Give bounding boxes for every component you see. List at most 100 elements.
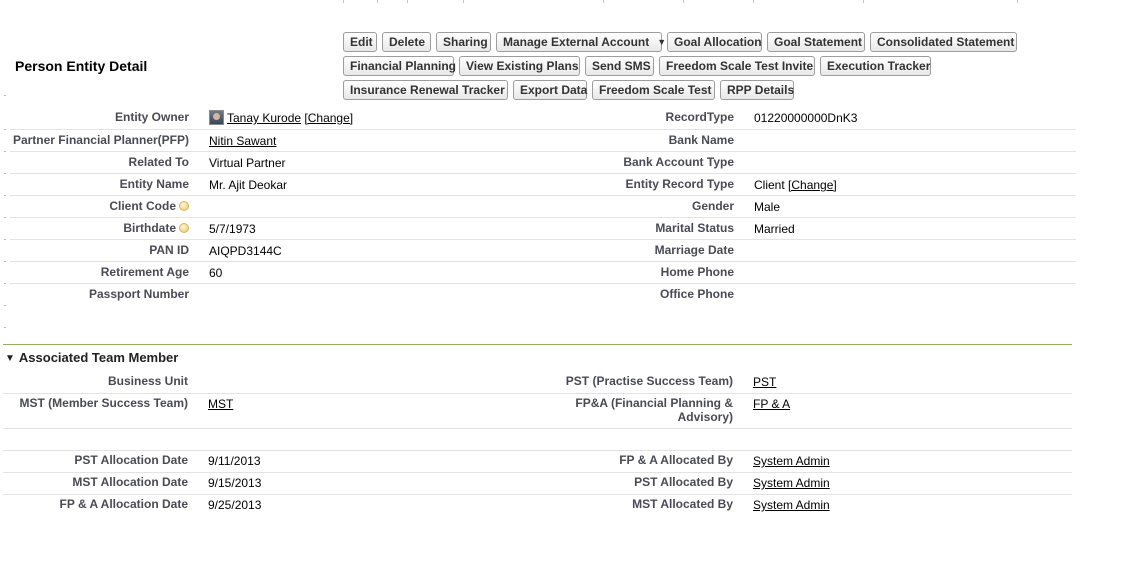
row-separator <box>3 472 1072 473</box>
fpa-value: FP & A <box>753 397 790 411</box>
team-section-title: Associated Team Member <box>18 350 179 365</box>
record-type-value: 01220000000DnK3 <box>754 111 858 125</box>
row-separator <box>10 261 1076 262</box>
pfp-link[interactable]: Nitin Sawant <box>209 134 276 148</box>
mst-allocated-by-link[interactable]: System Admin <box>753 498 830 512</box>
marital-status-label: Marital Status <box>655 221 734 235</box>
client-code-label-text: Client Code <box>109 199 176 213</box>
entity-owner-link[interactable]: Tanay Kurode <box>227 111 301 125</box>
mst-label: MST (Member Success Team) <box>19 396 189 410</box>
gender-label: Gender <box>691 199 734 213</box>
execution-tracker-button[interactable]: Execution Tracker <box>820 56 931 76</box>
retirement-age-value: 60 <box>209 266 223 280</box>
entity-record-type-value: Client [Change] <box>754 178 837 192</box>
fpa-allocated-by-label: FP & A Allocated By <box>619 453 733 467</box>
pan-id-label: PAN ID <box>149 243 189 257</box>
row-separator <box>10 173 1076 174</box>
page-title: Person Entity Detail <box>15 58 148 74</box>
mst-value: MST <box>208 397 233 411</box>
bank-name-label: Bank Name <box>668 133 734 147</box>
row-separator <box>3 428 1072 429</box>
related-to-value: Virtual Partner <box>209 156 286 170</box>
fpa-allocation-date-label: FP & A Allocation Date <box>59 497 188 511</box>
fpa-allocated-by-link[interactable]: System Admin <box>753 454 830 468</box>
collapse-triangle-icon[interactable]: ▼ <box>5 353 15 364</box>
row-separator <box>3 494 1072 495</box>
entity-record-type-text: Client <box>754 178 785 192</box>
birthdate-value: 5/7/1973 <box>209 222 256 236</box>
pst-allocation-date-value: 9/11/2013 <box>208 454 261 468</box>
row-separator <box>10 151 1076 152</box>
fpa-allocation-date-value: 9/25/2013 <box>208 498 262 512</box>
birthdate-label-text: Birthdate <box>123 221 176 235</box>
gender-value: Male <box>754 200 781 214</box>
pan-id-value: AIQPD3144C <box>209 244 282 258</box>
pfp-value: Nitin Sawant <box>209 134 276 148</box>
financial-planning-button[interactable]: Financial Planning <box>343 56 456 76</box>
user-avatar-icon <box>209 110 224 125</box>
entity-record-type-label: Entity Record Type <box>625 177 734 191</box>
row-separator <box>10 195 1076 196</box>
birthdate-label: Birthdate <box>123 221 189 235</box>
entity-owner-change-link[interactable]: [Change] <box>304 111 353 125</box>
office-phone-label: Office Phone <box>659 287 734 301</box>
consolidated-statement-button[interactable]: Consolidated Statement <box>870 32 1017 52</box>
pst-allocated-by-link[interactable]: System Admin <box>753 476 830 490</box>
pst-value: PST <box>753 375 776 389</box>
mst-allocation-date-label: MST Allocation Date <box>72 475 188 489</box>
retirement-age-label: Retirement Age <box>100 265 189 279</box>
goal-statement-button[interactable]: Goal Statement <box>767 32 865 52</box>
entity-owner-label: Entity Owner <box>114 110 189 124</box>
freedom-scale-test-button[interactable]: Freedom Scale Test <box>592 80 715 100</box>
mst-link[interactable]: MST <box>208 397 233 411</box>
row-separator <box>10 217 1076 218</box>
pst-label: PST (Practise Success Team) <box>565 374 733 388</box>
entity-owner-value: Tanay Kurode [Change] <box>209 110 353 125</box>
delete-button[interactable]: Delete <box>382 32 431 52</box>
manage-external-account-button[interactable]: Manage External Account ▼ <box>496 32 666 52</box>
entity-record-type-change-link[interactable]: [Change] <box>788 178 837 192</box>
dropdown-caret-icon: ▼ <box>657 37 667 47</box>
related-to-label: Related To <box>128 155 189 169</box>
record-type-label: RecordType <box>665 110 734 124</box>
freedom-scale-test-invite-button[interactable]: Freedom Scale Test Invite <box>659 56 815 76</box>
pst-allocated-by-value: System Admin <box>753 476 830 490</box>
business-unit-label: Business Unit <box>107 374 188 388</box>
row-separator <box>3 393 1072 394</box>
passport-number-label: Passport Number <box>88 287 189 301</box>
export-data-button[interactable]: Export Data <box>513 80 587 100</box>
rpp-details-button[interactable]: RPP Details <box>720 80 794 100</box>
sharing-button[interactable]: Sharing <box>436 32 491 52</box>
pst-allocated-by-label: PST Allocated By <box>634 475 733 489</box>
marriage-date-label: Marriage Date <box>654 243 734 257</box>
row-separator <box>10 129 1076 130</box>
team-section-header[interactable]: ▼ Associated Team Member <box>5 350 178 365</box>
help-icon[interactable] <box>179 223 189 233</box>
fpa-allocated-by-value: System Admin <box>753 454 830 468</box>
pst-link[interactable]: PST <box>753 375 776 389</box>
pst-allocation-date-label: PST Allocation Date <box>74 453 188 467</box>
row-separator <box>10 239 1076 240</box>
entity-name-label: Entity Name <box>119 177 189 191</box>
send-sms-button[interactable]: Send SMS <box>585 56 654 76</box>
manage-external-account-label: Manage External Account <box>503 35 650 49</box>
home-phone-label: Home Phone <box>660 265 734 279</box>
mst-allocated-by-value: System Admin <box>753 498 830 512</box>
mst-allocation-date-value: 9/15/2013 <box>208 476 262 490</box>
top-tab-stubs <box>343 0 1018 3</box>
insurance-renewal-tracker-button[interactable]: Insurance Renewal Tracker <box>343 80 508 100</box>
row-separator <box>10 283 1076 284</box>
row-separator <box>3 450 1072 451</box>
edit-button[interactable]: Edit <box>343 32 377 52</box>
fpa-link[interactable]: FP & A <box>753 397 790 411</box>
help-icon[interactable] <box>179 201 189 211</box>
pfp-label: Partner Financial Planner(PFP) <box>12 133 189 147</box>
entity-name-value: Mr. Ajit Deokar <box>209 178 288 192</box>
marital-status-value: Married <box>754 222 795 236</box>
bank-account-type-label: Bank Account Type <box>623 155 734 169</box>
view-existing-plans-button[interactable]: View Existing Plans <box>459 56 580 76</box>
mst-allocated-by-label: MST Allocated By <box>632 497 733 511</box>
fpa-label: FP&A (Financial Planning & Advisory) <box>575 396 733 424</box>
client-code-label: Client Code <box>109 199 189 213</box>
goal-allocation-button[interactable]: Goal Allocation <box>667 32 762 52</box>
